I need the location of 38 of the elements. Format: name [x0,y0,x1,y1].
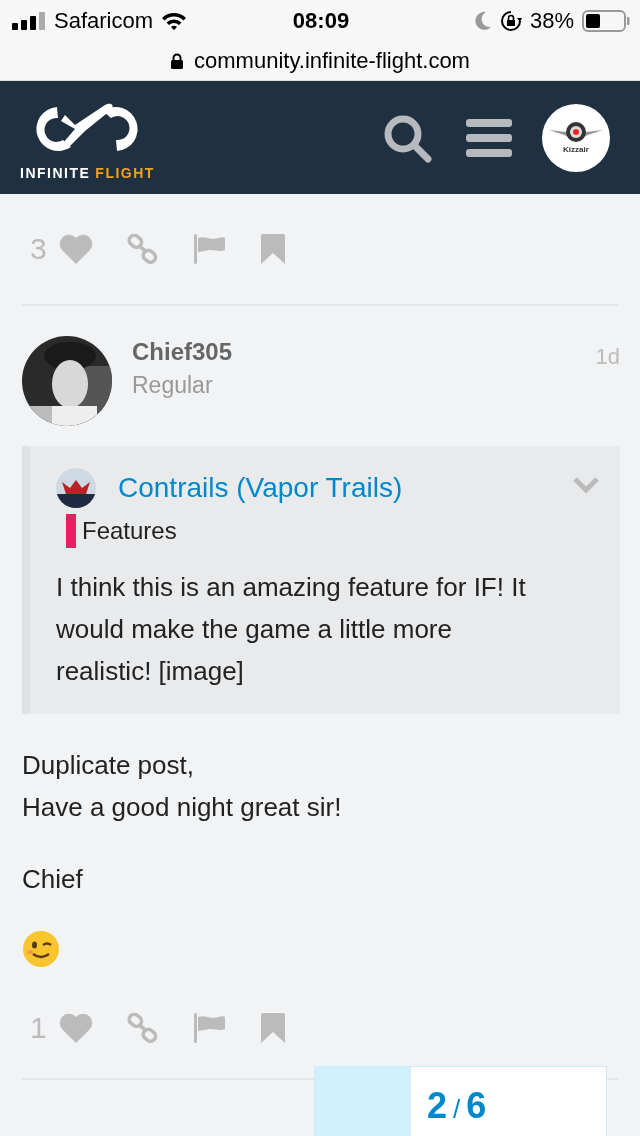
rotation-lock-icon [499,10,522,32]
progress-total: 6 [466,1085,487,1127]
signal-icon [12,12,46,30]
battery-percent: 38% [529,8,574,34]
bookmark-icon[interactable] [260,234,285,264]
topic-progress-widget[interactable]: 2 / 6 [314,1066,607,1136]
lock-icon [170,53,185,69]
chevron-icon[interactable] [572,476,600,494]
avatar-label: Kizzair [563,145,589,154]
category-name[interactable]: Features [82,517,177,545]
like-count: 1 [30,1011,47,1045]
author-name[interactable]: Chief305 [132,338,576,366]
user-title: Regular [132,372,214,399]
logo-text: FLIGHT [95,164,155,181]
flag-icon[interactable] [192,234,227,264]
user-avatar[interactable]: Kizzair [542,103,610,172]
carrier-name: Safaricom [54,8,154,34]
progress-current: 2 [427,1085,448,1127]
moon-icon [473,11,492,31]
winking-emoji-icon [22,930,60,968]
link-icon[interactable] [126,234,159,264]
clock-time: 08:09 [292,8,350,34]
bookmark-icon[interactable] [260,1013,285,1043]
post-paragraph: Duplicate post, Have a good night great sir! [22,749,343,824]
quote-text: I think this is an amazing feature for IF! It would make the game a little more realistic! [image] [56,571,527,688]
menu-icon[interactable] [466,118,512,157]
battery-icon [582,10,630,32]
heart-icon[interactable] [58,234,93,264]
wifi-icon [161,11,188,31]
progress-separator: / [453,1094,461,1125]
link-icon[interactable] [126,1013,159,1043]
flag-icon[interactable] [192,1013,227,1043]
heart-icon[interactable] [58,1013,93,1043]
like-count: 3 [30,232,47,266]
post-age: 1d [595,343,620,370]
logo-text: INFINITE [20,164,91,181]
winged-wheel-icon [549,121,603,143]
post-paragraph: Chief [22,863,84,896]
